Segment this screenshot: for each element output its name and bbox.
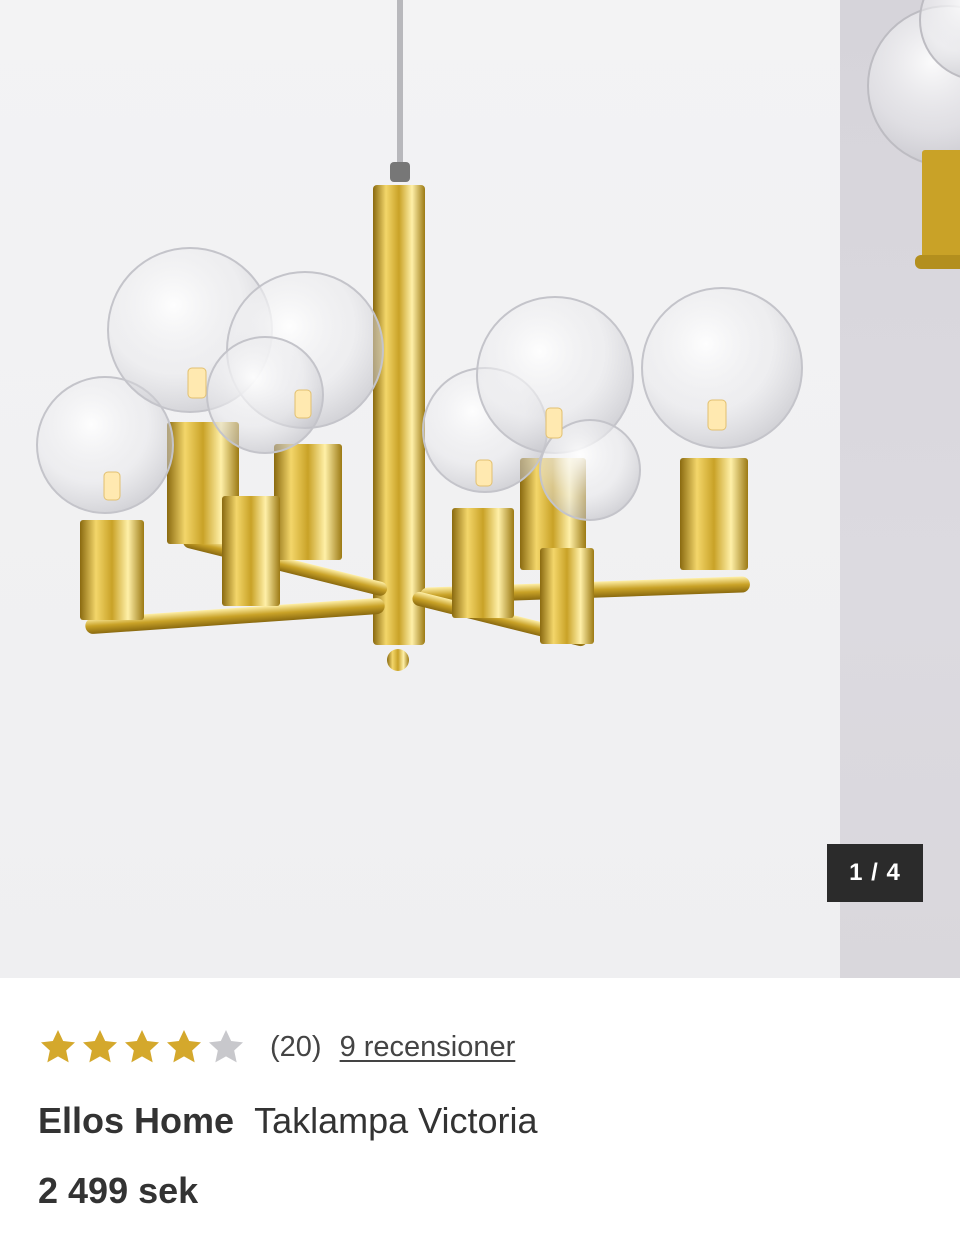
product-name: Taklampa Victoria bbox=[254, 1100, 538, 1141]
star-filled-icon bbox=[83, 1030, 117, 1063]
product-image[interactable] bbox=[0, 0, 840, 978]
brand-name[interactable]: Ellos Home bbox=[38, 1100, 234, 1142]
star-filled-icon bbox=[125, 1030, 159, 1063]
image-counter: 1 / 4 bbox=[827, 844, 923, 902]
star-filled-icon bbox=[41, 1030, 75, 1063]
reviews-link[interactable]: 9 recensioner bbox=[340, 1031, 516, 1064]
next-slide-preview[interactable] bbox=[840, 0, 960, 978]
product-info: (20) 9 recensioner Ellos Home Taklampa V… bbox=[38, 1020, 940, 1212]
image-gallery[interactable]: 1 / 4 bbox=[0, 0, 960, 978]
star-filled-icon bbox=[167, 1030, 201, 1063]
rating-count: (20) bbox=[270, 1030, 322, 1063]
star-empty-icon bbox=[209, 1030, 243, 1063]
product-price: 2 499 sek bbox=[38, 1170, 199, 1211]
rating-row: (20) 9 recensioner bbox=[38, 1020, 940, 1074]
chandelier-image bbox=[36, 0, 803, 671]
next-image-thumbnail bbox=[867, 0, 960, 269]
product-title: Ellos Home Taklampa Victoria bbox=[38, 1100, 940, 1142]
star-rating[interactable] bbox=[38, 1027, 246, 1067]
